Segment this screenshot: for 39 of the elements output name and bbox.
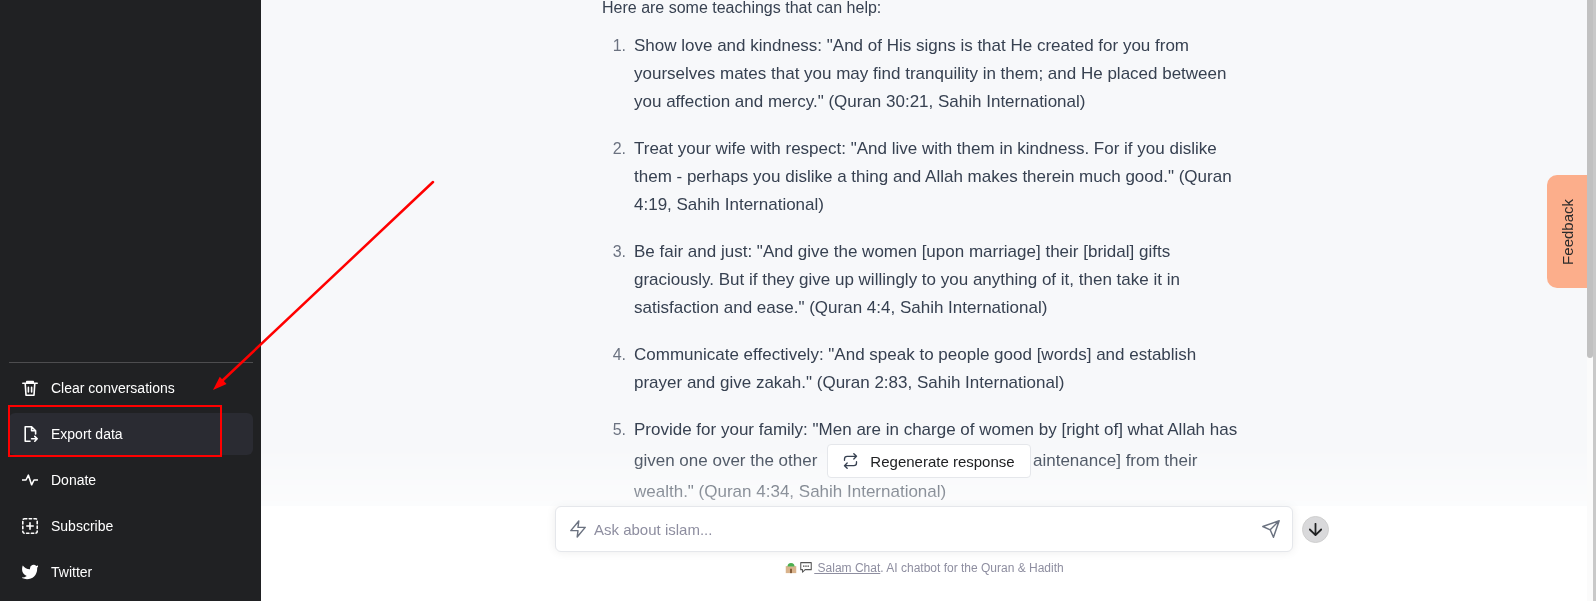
list-item-text: Be fair and just: "And give the women [upon marriage] their [bridal] gifts graciously. But if they give up willingly to you anything of it, then take it in satisfaction and ease." (Quran 4:4, Sahih International) — [634, 241, 1181, 319]
sidebar-item[interactable]: Clear conversations — [9, 367, 253, 409]
list-number: 1. — [611, 36, 626, 56]
scrollbar-thumb[interactable] — [1587, 0, 1593, 358]
trash-icon — [22, 380, 38, 396]
send-button[interactable] — [1262, 520, 1280, 538]
pulse-icon — [22, 472, 38, 488]
repeat-icon — [843, 453, 859, 469]
file-export-icon — [22, 426, 38, 442]
sidebar-item[interactable]: Export data — [9, 413, 253, 455]
send-icon — [1262, 520, 1280, 538]
list-item-text: Treat your wife with respect: "And live with them in kindness. For if you dislike them - perhaps you dislike a thing and Allah makes therein much good." (Quran 4:19, Sahih International) — [634, 138, 1233, 216]
list-item-text: Show love and kindness: "And of His signs is that He created for you from yourselves mates that you may find tranquility in them; and He placed between you affection and mercy." (Quran 30:21, Sahih International) — [634, 35, 1228, 113]
scroll-down-button[interactable] — [1302, 515, 1329, 543]
footer-text: Salam Chat. AI chatbot for the Quran & Hadith — [784, 560, 1064, 576]
list-number: 3. — [611, 242, 626, 262]
sidebar-item[interactable]: Donate — [9, 459, 253, 501]
sidebar-item[interactable]: Subscribe — [9, 505, 253, 547]
list-number: 5. — [611, 420, 626, 440]
list-item-text: Communicate effectively: "And speak to people good [words] and establish prayer and give zakah." (Quran 2:83, Sahih International) — [634, 344, 1198, 394]
dashed-plus-square-icon — [22, 518, 38, 534]
list-item-text: wealth." (Quran 4:34, Sahih International) — [634, 481, 948, 503]
domed-building-icon — [784, 560, 799, 574]
feedback-tab[interactable]: Feedback — [1547, 175, 1587, 288]
arrow-down-icon — [1309, 522, 1322, 536]
bird-icon — [22, 564, 38, 580]
sidebar-item[interactable]: Twitter — [9, 551, 253, 593]
intro-text: Here are some teachings that can help: — [602, 0, 883, 16]
list-number: 4. — [611, 345, 626, 365]
list-number: 2. — [611, 139, 626, 159]
list-item-text: given one over the other — [634, 450, 818, 472]
scrollbar[interactable] — [1587, 0, 1596, 601]
lightning-icon — [570, 520, 586, 538]
message-input-field[interactable]: Ask about islam... — [555, 506, 1293, 552]
list-item-text: Provide for your family: "Men are in charge of women by [right of] what Allah has — [634, 419, 1239, 441]
list-item-text: aintenance] from their — [1033, 450, 1198, 472]
regenerate-button[interactable]: Regenerate response — [827, 444, 1031, 478]
speech-bubble-icon — [799, 560, 814, 574]
message-input[interactable]: Ask about islam... — [594, 517, 1254, 541]
